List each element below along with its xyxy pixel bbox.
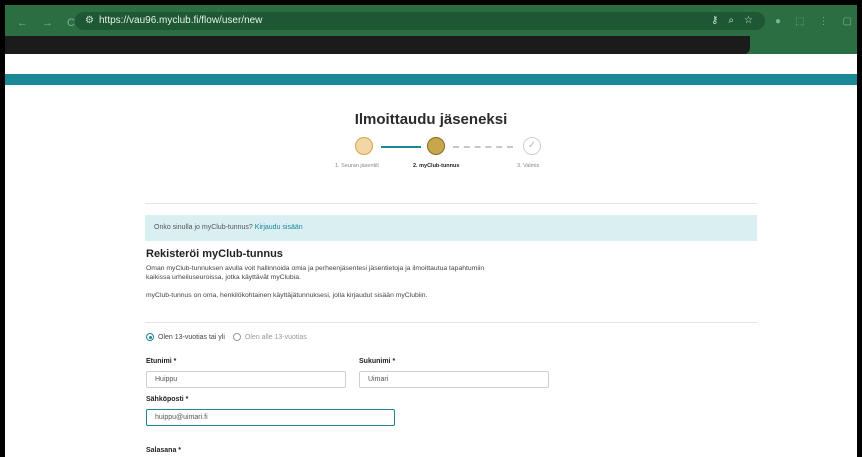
login-link[interactable]: Kirjaudu sisään: [255, 224, 303, 231]
firstname-input[interactable]: Huippu: [146, 371, 346, 388]
step-label-2: 2. myClub-tunnus: [413, 163, 460, 169]
menu-icon[interactable]: ⋮: [819, 16, 829, 27]
age-under-13-radio[interactable]: [232, 333, 241, 341]
myclub-logo-icon: [427, 137, 445, 155]
age-13-plus-radio[interactable]: [146, 333, 154, 341]
email-input[interactable]: huippu@uimari.fi: [146, 409, 395, 426]
bookmarks-bar: [5, 36, 750, 54]
check-icon: ✓: [523, 137, 541, 155]
url-text[interactable]: https://vau96.myclub.fi/flow/user/new: [99, 15, 262, 26]
extensions-puzzle-icon[interactable]: ⬚: [795, 16, 804, 27]
password-key-icon[interactable]: ⚷: [711, 15, 718, 26]
page-title: Ilmoittaudu jäseneksi: [354, 111, 508, 128]
login-question: Onko sinulla jo myClub-tunnus?: [154, 224, 253, 231]
site-settings-icon[interactable]: ⚙: [85, 15, 94, 26]
register-description-1: Oman myClub-tunnuksen avulla voit hallin…: [146, 264, 576, 282]
address-bar-actions: ⚷ ⌕ ☆: [711, 15, 753, 26]
age-radio-group: Olen 13-vuotias tai yli Olen alle 13-vuo…: [146, 333, 307, 341]
login-banner-text: Onko sinulla jo myClub-tunnus? Kirjaudu …: [154, 224, 303, 231]
login-banner: Onko sinulla jo myClub-tunnus? Kirjaudu …: [145, 215, 757, 241]
description-line: Oman myClub-tunnuksen avulla voit hallin…: [146, 265, 485, 272]
lastname-input[interactable]: Uimari: [359, 371, 549, 388]
register-title: Rekisteröi myClub-tunnus: [146, 248, 283, 260]
site-header-band: [5, 74, 857, 85]
browser-window: ← → C ⚙ https://vau96.myclub.fi/flow/use…: [5, 5, 857, 457]
divider: [145, 322, 757, 323]
step-connector-done: [381, 146, 421, 148]
register-description-2: myClub-tunnus on oma, henkilökohtainen k…: [146, 292, 428, 299]
step-label-3: 3. Valmis: [517, 163, 540, 169]
browser-toolbar: ← → C ⚙ https://vau96.myclub.fi/flow/use…: [5, 5, 857, 54]
bookmark-star-icon[interactable]: ☆: [744, 15, 753, 26]
club-logo-icon: [355, 137, 373, 155]
step-connector-pending: [453, 146, 513, 148]
reload-icon[interactable]: C: [67, 17, 75, 29]
lastname-label: Sukunimi *: [359, 358, 396, 365]
age-13-plus-label[interactable]: Olen 13-vuotias tai yli: [158, 334, 225, 341]
nav-buttons: ← → C: [17, 17, 75, 29]
password-label: Salasana *: [146, 447, 182, 454]
extension-icon[interactable]: ●: [775, 16, 781, 27]
divider: [145, 203, 757, 204]
forward-icon[interactable]: →: [42, 17, 53, 29]
zoom-icon[interactable]: ⌕: [728, 15, 734, 26]
sidebar-icon[interactable]: ▢: [843, 16, 852, 27]
back-icon[interactable]: ←: [17, 17, 28, 29]
extension-icons: ● ⬚ ⋮ ▢: [775, 16, 852, 27]
address-bar[interactable]: ⚙ https://vau96.myclub.fi/flow/user/new …: [75, 12, 765, 30]
step-label-1: 1. Seuran jäsentili: [335, 163, 379, 169]
firstname-label: Etunimi *: [146, 358, 177, 365]
progress-steps: ✓ 1. Seuran jäsentili 2. myClub-tunnus 3…: [335, 135, 541, 175]
description-line: kaikissa urheiluseuroissa, jotka käyttäv…: [146, 274, 301, 281]
age-under-13-label[interactable]: Olen alle 13-vuotias: [245, 334, 307, 341]
email-label: Sähköposti *: [146, 396, 189, 403]
